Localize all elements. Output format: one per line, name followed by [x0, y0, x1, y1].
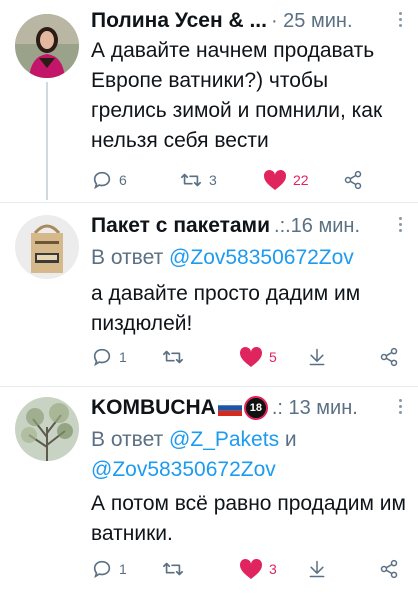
reply-icon: [93, 171, 111, 190]
retweet-button[interactable]: 3: [179, 166, 217, 194]
age-18-badge: 18: [243, 396, 268, 420]
reply-to-line: В ответ @Zov58350672Zov: [91, 243, 408, 273]
tweet-2[interactable]: Пакет с пакетами .:.16 мин. В ответ @Zov…: [0, 203, 418, 386]
like-count: 3: [269, 561, 277, 577]
reply-count: 6: [119, 172, 127, 188]
reply-button[interactable]: 1: [91, 343, 127, 371]
share-icon: [344, 170, 362, 190]
like-icon: [239, 558, 263, 579]
reply-button[interactable]: 1: [91, 555, 127, 583]
share-icon: [380, 559, 398, 579]
tweet-text: а давайте просто дадим им пиздюлей!: [91, 282, 361, 335]
download-icon: [309, 560, 325, 578]
mention-link[interactable]: @Zov58350672Zov: [91, 458, 276, 481]
share-button[interactable]: [379, 555, 399, 583]
reply-count: 1: [119, 349, 127, 365]
like-button[interactable]: 22: [263, 166, 309, 194]
reply-count: 1: [119, 561, 127, 577]
reply-icon: [93, 560, 111, 579]
avatar[interactable]: [15, 215, 79, 279]
retweet-icon: [163, 562, 183, 576]
reply-conjunction: и: [284, 428, 297, 451]
action-bar: 1 3: [91, 555, 401, 583]
reply-button[interactable]: 6: [91, 166, 127, 194]
more-icon[interactable]: [398, 217, 404, 235]
retweet-button[interactable]: [161, 343, 185, 371]
thread-line: [46, 82, 48, 200]
more-icon[interactable]: [398, 12, 404, 30]
reply-prefix: В ответ: [91, 246, 164, 269]
reply-prefix: В ответ: [91, 428, 164, 451]
tweet-header: Полина Усен & ... · 25 мин.: [91, 6, 404, 36]
tweet-header: Пакет с пакетами .:.16 мин.: [91, 211, 404, 241]
author-name[interactable]: KOMBUCHA: [91, 396, 216, 420]
bookmark-button[interactable]: [307, 555, 327, 583]
like-icon: [239, 346, 263, 367]
reply-to-line: В ответ @Z_Pakets и @Zov58350672Zov: [91, 425, 408, 485]
like-count: 5: [269, 349, 277, 365]
tweet-text: А потом всё равно продадим им ватники.: [91, 492, 406, 545]
action-bar: 6 3 22: [91, 166, 401, 194]
like-icon: [263, 169, 287, 190]
tweet-1[interactable]: Полина Усен & ... · 25 мин. А давайте на…: [0, 0, 418, 200]
retweet-icon: [163, 350, 183, 364]
retweet-button[interactable]: [161, 555, 185, 583]
tweet-header: KOMBUCHA 18 .: 13 мин.: [91, 393, 404, 423]
timestamp[interactable]: .: 13 мин.: [272, 397, 358, 420]
timestamp[interactable]: · 25 мин.: [271, 10, 353, 33]
retweet-icon: [181, 173, 201, 187]
tweet-text: А давайте начнем продавать Европе ватник…: [91, 39, 383, 152]
tweet-3[interactable]: KOMBUCHA 18 .: 13 мин. В ответ @Z_Pakets…: [0, 387, 418, 600]
download-icon: [309, 348, 325, 366]
mention-link[interactable]: @Z_Pakets: [169, 428, 279, 451]
bookmark-button[interactable]: [307, 343, 327, 371]
retweet-count: 3: [209, 172, 217, 188]
share-icon: [380, 347, 398, 367]
like-button[interactable]: 3: [239, 555, 277, 583]
share-button[interactable]: [343, 166, 363, 194]
more-icon[interactable]: [398, 399, 404, 417]
like-button[interactable]: 5: [239, 343, 277, 371]
avatar[interactable]: [15, 14, 79, 78]
reply-icon: [93, 348, 111, 367]
timestamp[interactable]: .:.16 мин.: [274, 215, 360, 238]
action-bar: 1 5: [91, 343, 401, 371]
russia-flag-icon: [217, 400, 242, 416]
like-count: 22: [293, 172, 309, 188]
avatar[interactable]: [15, 397, 79, 461]
mention-link[interactable]: @Zov58350672Zov: [169, 246, 354, 269]
author-name[interactable]: Пакет с пакетами: [91, 214, 270, 238]
share-button[interactable]: [379, 343, 399, 371]
author-name[interactable]: Полина Усен & ...: [91, 9, 267, 33]
